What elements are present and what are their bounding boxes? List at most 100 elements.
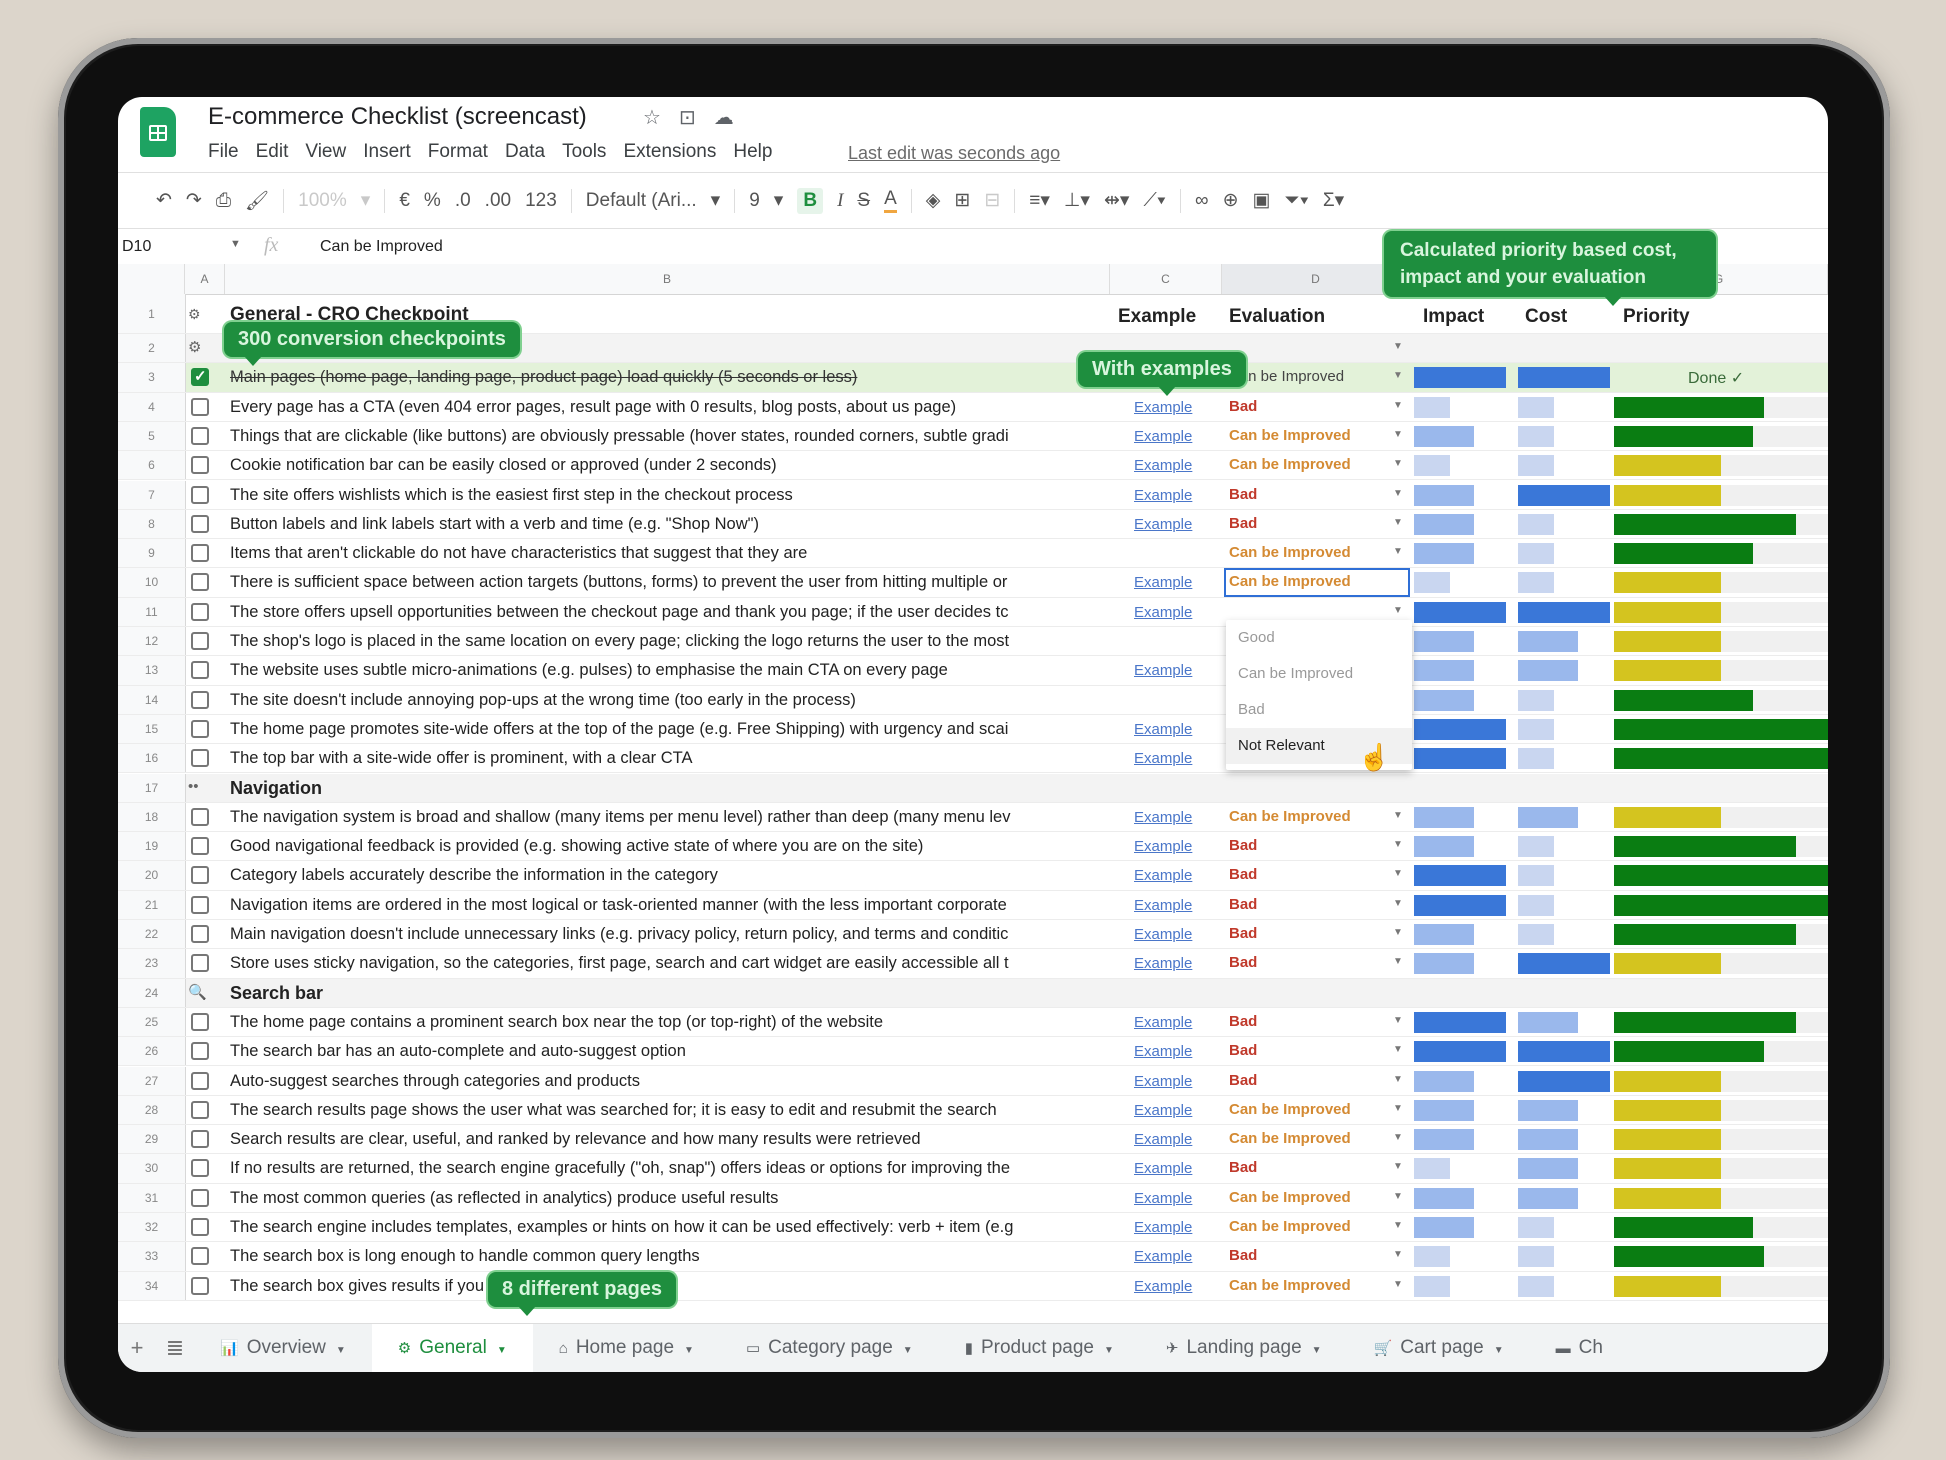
menu-item-format[interactable]: Format	[428, 141, 488, 163]
chevron-down-icon[interactable]: ▼	[1393, 956, 1403, 967]
checkbox[interactable]	[191, 1276, 209, 1295]
evaluation-value[interactable]: Can be Improved	[1229, 808, 1351, 825]
move-folder-icon[interactable]: ⊡	[679, 105, 696, 130]
sheet-tab-ch[interactable]: ▬ Ch	[1530, 1324, 1629, 1372]
example-link[interactable]: Example	[1134, 604, 1192, 621]
row-number[interactable]: 29	[118, 1125, 186, 1154]
example-link[interactable]: Example	[1134, 457, 1192, 474]
checkpoint-text[interactable]: The site offers wishlists which is the e…	[230, 486, 1110, 505]
menu-item-help[interactable]: Help	[733, 141, 772, 163]
increase-decimal-button[interactable]: .00	[485, 190, 511, 212]
checkpoint-text[interactable]: Items that aren't clickable do not have …	[230, 544, 1110, 563]
chevron-down-icon[interactable]: ▼	[684, 1345, 694, 1356]
chevron-down-icon[interactable]: ▼	[1393, 1074, 1403, 1085]
checkpoint-text[interactable]: Cookie notification bar can be easily cl…	[230, 456, 1110, 475]
chevron-down-icon[interactable]: ▼	[1393, 927, 1403, 938]
row-number[interactable]: 6	[118, 451, 186, 480]
evaluation-value[interactable]: Bad	[1229, 398, 1257, 415]
print-icon[interactable]: ⎙	[216, 190, 231, 212]
checkpoint-text[interactable]: The search box is long enough to handle …	[230, 1247, 1110, 1266]
example-link[interactable]: Example	[1134, 662, 1192, 679]
row-number[interactable]: 10	[118, 568, 186, 597]
sheets-logo-icon[interactable]	[140, 107, 176, 157]
strikethrough-button[interactable]: S	[857, 190, 870, 212]
example-link[interactable]: Example	[1134, 1160, 1192, 1177]
evaluation-value[interactable]: Can be Improved	[1229, 544, 1351, 561]
text-rotate-icon[interactable]: ⟋▾	[1143, 190, 1166, 212]
checkbox[interactable]	[191, 807, 209, 826]
chevron-down-icon[interactable]: ▼	[1393, 341, 1403, 352]
cloud-status-icon[interactable]: ☁	[714, 105, 734, 130]
formula-input[interactable]: Can be Improved	[320, 238, 443, 256]
checkbox[interactable]	[191, 397, 209, 416]
evaluation-value[interactable]: Bad	[1229, 1159, 1257, 1176]
evaluation-value[interactable]: Bad	[1229, 896, 1257, 913]
evaluation-value[interactable]: Bad	[1229, 1042, 1257, 1059]
row-number[interactable]: 7	[118, 480, 186, 509]
merge-cells-icon[interactable]: ⊟	[984, 189, 1000, 212]
checkbox[interactable]	[191, 837, 209, 856]
row-number[interactable]: 8	[118, 509, 186, 539]
example-link[interactable]: Example	[1134, 574, 1192, 591]
checkpoint-text[interactable]: The navigation system is broad and shall…	[230, 808, 1110, 827]
column-header-c[interactable]: C	[1110, 264, 1222, 294]
chevron-down-icon[interactable]: ▼	[1393, 517, 1403, 528]
row-number[interactable]: 25	[118, 1007, 186, 1037]
row-number[interactable]: 12	[118, 627, 186, 656]
chevron-down-icon[interactable]: ▼	[1393, 868, 1403, 879]
checkpoint-text[interactable]: Main navigation doesn't include unnecess…	[230, 925, 1110, 944]
chevron-down-icon[interactable]: ▼	[1393, 839, 1403, 850]
checkpoint-text[interactable]: If no results are returned, the search e…	[230, 1159, 1110, 1178]
example-link[interactable]: Example	[1134, 516, 1192, 533]
all-sheets-icon[interactable]: ≣	[156, 1335, 194, 1361]
chevron-down-icon[interactable]: ▼	[1393, 546, 1403, 557]
example-link[interactable]: Example	[1134, 955, 1192, 972]
example-link[interactable]: Example	[1134, 487, 1192, 504]
checkpoint-text[interactable]: Auto-suggest searches through categories…	[230, 1072, 1110, 1091]
evaluation-value[interactable]: Can be Improved	[1229, 368, 1344, 385]
evaluation-value[interactable]: Bad	[1229, 1247, 1257, 1264]
row-number[interactable]: 23	[118, 949, 186, 978]
checkpoint-text[interactable]: Main pages (home page, landing page, pro…	[230, 368, 1110, 387]
redo-icon[interactable]: ↷	[186, 189, 202, 212]
checkpoint-text[interactable]: The website uses subtle micro-animations…	[230, 661, 1110, 680]
row-number[interactable]: 20	[118, 861, 186, 890]
checkpoint-text[interactable]: Every page has a CTA (even 404 error pag…	[230, 398, 1110, 417]
example-link[interactable]: Example	[1134, 867, 1192, 884]
example-link[interactable]: Example	[1134, 399, 1192, 416]
checkpoint-text[interactable]: Things that are clickable (like buttons)…	[230, 427, 1110, 446]
checkpoint-text[interactable]: The search bar has an auto-complete and …	[230, 1042, 1110, 1061]
row-number[interactable]: 18	[118, 802, 186, 832]
chevron-down-icon[interactable]: ▼	[1393, 810, 1403, 821]
evaluation-value[interactable]: Bad	[1229, 515, 1257, 532]
example-link[interactable]: Example	[1134, 428, 1192, 445]
checkbox[interactable]	[191, 1100, 209, 1119]
chevron-down-icon[interactable]: ▼	[1393, 1015, 1403, 1026]
sheet-tab-overview[interactable]: 📊 Overview ▼	[194, 1324, 372, 1372]
chevron-down-icon[interactable]: ▼	[1393, 1161, 1403, 1172]
chart-icon[interactable]: ▣	[1252, 189, 1270, 212]
document-title[interactable]: E-commerce Checklist (screencast)	[208, 103, 587, 131]
evaluation-value[interactable]: Bad	[1229, 837, 1257, 854]
evaluation-value[interactable]: Can be Improved	[1229, 1101, 1351, 1118]
checkpoint-text[interactable]: The most common queries (as reflected in…	[230, 1189, 1110, 1208]
row-number[interactable]: 2	[118, 334, 186, 363]
checkpoint-text[interactable]: The search results page shows the user w…	[230, 1101, 1110, 1120]
checkpoint-text[interactable]: There is sufficient space between action…	[230, 573, 1110, 592]
evaluation-value[interactable]: Can be Improved	[1229, 1189, 1351, 1206]
checkbox[interactable]	[191, 426, 209, 445]
sheet-tab-product-page[interactable]: ▮ Product page ▼	[939, 1324, 1140, 1372]
chevron-down-icon[interactable]: ▼	[1393, 1132, 1403, 1143]
checkpoint-text[interactable]: Store uses sticky navigation, so the cat…	[230, 954, 1110, 973]
checkpoint-text[interactable]: The store offers upsell opportunities be…	[230, 603, 1110, 622]
checkpoint-text[interactable]: The home page contains a prominent searc…	[230, 1013, 1110, 1032]
checkpoint-text[interactable]: The shop's logo is placed in the same lo…	[230, 632, 1110, 651]
row-number[interactable]: 5	[118, 421, 186, 451]
row-number[interactable]: 26	[118, 1037, 186, 1066]
row-number[interactable]: 31	[118, 1183, 186, 1212]
chevron-down-icon[interactable]: ▼	[1393, 898, 1403, 909]
font-size-select[interactable]: 9	[749, 190, 760, 212]
checkbox[interactable]	[191, 690, 209, 709]
chevron-down-icon[interactable]: ▼	[230, 238, 241, 250]
example-link[interactable]: Example	[1134, 1190, 1192, 1207]
